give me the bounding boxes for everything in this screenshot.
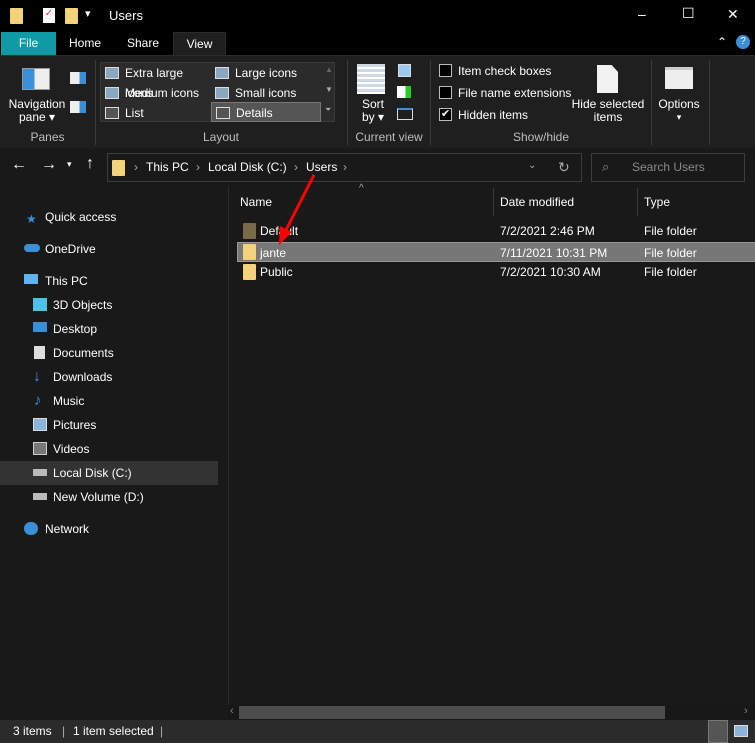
large-icons-view-button[interactable] xyxy=(734,725,748,737)
status-bar: 3 items | 1 item selected | xyxy=(0,720,755,743)
selected-count: 1 item selected xyxy=(73,724,154,738)
scroll-right-icon[interactable]: › xyxy=(744,705,748,717)
item-count: 3 items xyxy=(13,724,52,738)
horizontal-scrollbar[interactable]: ‹ › xyxy=(228,705,755,720)
details-view-button[interactable] xyxy=(708,720,728,743)
scroll-left-icon[interactable]: ‹ xyxy=(230,705,234,717)
annotation-arrow xyxy=(279,174,316,245)
scrollbar-thumb[interactable] xyxy=(239,706,665,719)
